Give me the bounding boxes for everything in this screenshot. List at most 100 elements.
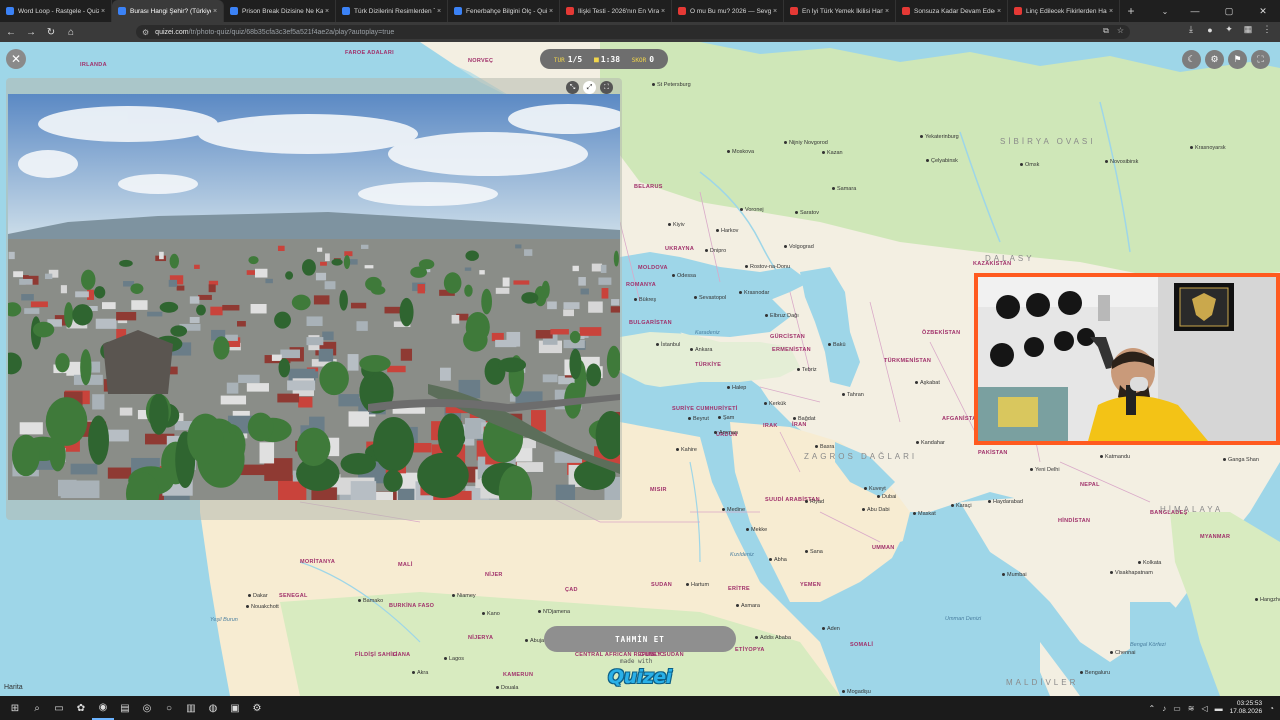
tab-favicon-icon [790,7,798,15]
reload-icon[interactable]: ↻ [42,23,60,41]
city-dot-icon [739,291,742,295]
browser-tab[interactable]: En İyi Türk Yemek İkilisi Hangisi× [784,0,896,22]
city-label: Nouakchott [246,604,279,610]
tab-close-icon[interactable]: × [771,8,779,15]
minimize-icon[interactable]: — [1178,0,1212,22]
home-icon[interactable]: ⌂ [62,23,80,41]
city-dot-icon [668,223,671,227]
tab-close-icon[interactable]: × [323,8,331,15]
city-name: Abu Dabi [867,507,890,513]
tab-close-icon[interactable]: × [1107,8,1115,15]
notepad-icon[interactable]: ▥ [180,696,202,720]
guess-button[interactable]: TAHMİN ET [544,626,736,652]
browser-tab[interactable]: Burası Hangi Şehir? (Türkiye) - Q× [112,0,224,22]
city-label: Kuveyt [864,486,886,492]
browser-tab[interactable]: Sonsuza Kadar Devam Edecek İl× [896,0,1008,22]
dark-mode-button[interactable]: ☾ [1182,50,1201,69]
browser-tab[interactable]: Prison Break Dizisine Ne Kadar× [224,0,336,22]
tab-close-icon[interactable]: × [99,8,107,15]
network-icon[interactable]: ▭ [1173,704,1181,713]
site-info-icon[interactable]: ⚙ [142,28,149,37]
profile-avatar-icon[interactable]: ● [1205,25,1215,35]
file-explorer-icon[interactable]: ▤ [114,696,136,720]
streamer-image [978,277,1276,441]
browser-tab[interactable]: O mu Bu mu? 2026 — Sevgilini× [672,0,784,22]
webcam-overlay [974,273,1280,445]
chrome-icon[interactable]: ◎ [136,696,158,720]
city-dot-icon [686,583,689,587]
tray-chevron-icon[interactable]: ⌃ [1148,704,1155,713]
city-dot-icon [1020,163,1023,167]
city-label: Abha [769,557,787,563]
city-name: Riyad [810,499,825,505]
dev-tool-icon[interactable]: ⚙ [246,696,268,720]
tab-label: En İyi Türk Yemek İkilisi Hangisi [802,7,883,15]
tab-label: Prison Break Dizisine Ne Kadar [242,7,323,15]
city-label: Moskova [727,149,754,155]
microphone-icon[interactable]: ♪ [1162,704,1166,713]
start-windows-icon[interactable]: ⊞ [4,696,26,720]
maximize-icon[interactable]: ▢ [1212,0,1246,22]
copilot-icon[interactable]: ✿ [70,696,92,720]
round-label: TUR [553,56,565,64]
tab-search-icon[interactable]: ⌄ [1154,0,1176,22]
country-name: KAMERUN [503,672,534,678]
tab-close-icon[interactable]: × [211,8,219,15]
translate-flag-icon[interactable]: ▦ [1243,24,1253,35]
download-icon[interactable]: ⤓ [1186,24,1196,35]
task-view-icon[interactable]: ▭ [48,696,70,720]
city-name: Volgograd [789,244,814,250]
notification-bell-icon[interactable]: ◔ [1269,704,1274,713]
city-label: Bükreş [634,297,656,303]
menu-dots-icon[interactable]: ⋮ [1262,24,1272,35]
city-name: Kolkata [1143,560,1162,566]
city-dot-icon [797,368,800,372]
tab-close-icon[interactable]: × [659,8,667,15]
wifi-icon[interactable]: ≋ [1188,704,1195,713]
tab-close-icon[interactable]: × [883,8,891,15]
firefox-icon[interactable]: ◉ [92,696,114,720]
settings-button[interactable]: ⚙ [1205,50,1224,69]
close-quiz-button[interactable]: ✕ [6,49,26,69]
forward-icon[interactable]: → [22,23,40,41]
country-name: ÖZBEKİSTAN [922,330,961,336]
extensions-puzzle-icon[interactable]: ✦ [1224,24,1234,35]
new-tab-button[interactable]: + [1120,0,1142,22]
country-label: SENEGAL [279,593,308,599]
address-bar[interactable]: ⚙ quizei.com/tr/photo-quiz/quiz/68b35cfa… [136,25,1130,39]
browser-tab[interactable]: İlişki Testi - 2026'nın En Viral Te× [560,0,672,22]
report-button[interactable]: ⚑ [1228,50,1247,69]
browser-tab[interactable]: Fenerbahçe Bilgini Ölç - Quizei × [448,0,560,22]
browser-tab[interactable]: Türk Dizilerini Resimlerden Tahr× [336,0,448,22]
city-name: Karaçi [956,503,972,509]
fullscreen-photo-button[interactable]: ⛶ [600,81,613,94]
search-icon[interactable]: ⌕ [26,696,48,720]
obs-icon[interactable]: ◍ [202,696,224,720]
city-name: Maskat [918,511,936,517]
country-name: TÜRKMENİSTAN [884,358,932,364]
city-name: St Petersburg [657,82,691,88]
volume-icon[interactable]: ◁ [1201,704,1207,713]
back-icon[interactable]: ← [2,23,20,41]
tab-close-icon[interactable]: × [547,8,555,15]
quizei-logo[interactable]: Quizei [608,666,672,688]
city-dot-icon [694,296,697,300]
tab-close-icon[interactable]: × [435,8,443,15]
browser-tab[interactable]: Linç Edilecek Fikirlerden Hangis× [1008,0,1120,22]
clock[interactable]: 03:25:53 17.08.2026 [1230,700,1263,716]
resize-photo-button[interactable]: ⤢ [583,81,596,94]
install-app-icon[interactable]: ⧉ [1103,26,1109,36]
shrink-photo-button[interactable]: ⤡ [566,81,579,94]
fullscreen-button[interactable]: ⛶ [1251,50,1270,69]
recording-app-icon[interactable]: ▣ [224,696,246,720]
bookmark-star-icon[interactable]: ☆ [1117,26,1124,36]
city-dot-icon [920,135,923,139]
browser-tab[interactable]: Word Loop - Rastgele - Quizei × [0,0,112,22]
battery-icon[interactable]: ▬ [1215,704,1223,713]
quiz-photo[interactable] [8,94,620,500]
city-name: Tebriz [802,367,817,373]
city-dot-icon [913,512,916,516]
close-window-icon[interactable]: ✕ [1246,0,1280,22]
opera-icon[interactable]: ○ [158,696,180,720]
tab-close-icon[interactable]: × [995,8,1003,15]
